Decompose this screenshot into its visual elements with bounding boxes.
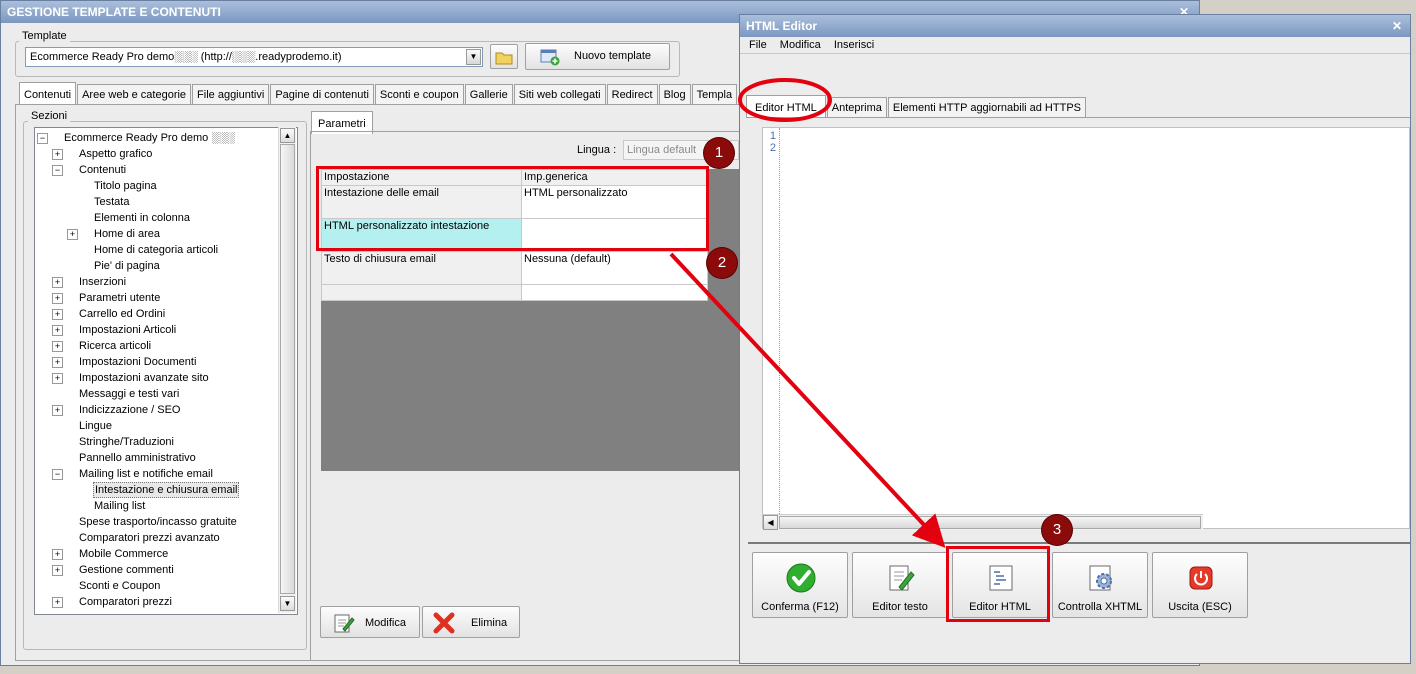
annotation-arrow	[669, 252, 946, 548]
